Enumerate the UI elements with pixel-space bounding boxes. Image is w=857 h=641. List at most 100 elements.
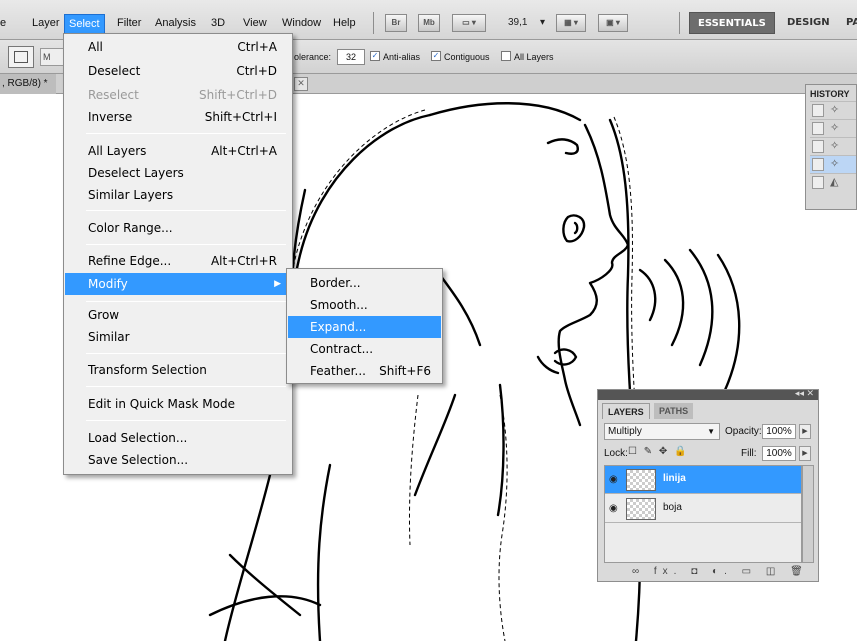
menu-help[interactable]: Help <box>333 17 356 29</box>
arrange-icon: ▦ ▾ <box>564 18 578 27</box>
menu-item-label: Border... <box>310 276 361 290</box>
zoom-level[interactable]: 39,1 <box>508 17 527 28</box>
menu-item-reselect[interactable]: Reselect Shift+Ctrl+D <box>65 84 291 106</box>
close-document-icon[interactable]: ✕ <box>294 77 308 91</box>
menu-image[interactable]: e <box>0 17 6 29</box>
layer-row-linija[interactable]: ◉ linija <box>605 466 801 494</box>
menu-select[interactable]: Select <box>64 14 105 34</box>
tab-layers[interactable]: LAYERS <box>602 403 650 419</box>
tool-preset-picker[interactable] <box>8 46 34 68</box>
blend-mode-value: Multiply <box>608 426 642 437</box>
menu-item-refine-edge[interactable]: Refine Edge... Alt+Ctrl+R <box>65 250 291 272</box>
workspace-painting-button[interactable]: PA <box>838 12 857 34</box>
contiguous-label: Contiguous <box>444 52 490 62</box>
menu-separator <box>86 133 286 134</box>
menu-item-label: Save Selection... <box>88 453 189 467</box>
tolerance-label: olerance: <box>294 52 332 62</box>
menu-layer[interactable]: Layer <box>32 17 60 29</box>
magic-wand-icon: ✧ <box>830 139 840 152</box>
tolerance-input[interactable]: 32 <box>337 49 365 65</box>
menu-item-label: Load Selection... <box>88 431 188 445</box>
select-menu: All Ctrl+A Deselect Ctrl+D Reselect Shift+C… <box>63 33 293 475</box>
menu-item-grow[interactable]: Grow <box>65 304 291 326</box>
panel-title-strip[interactable]: ◂◂ ✕ <box>598 388 818 400</box>
tab-paths[interactable]: PATHS <box>654 403 694 419</box>
history-state[interactable]: ✧ <box>810 119 856 137</box>
document-tab[interactable]: , RGB/8) * <box>0 74 56 94</box>
history-state-current[interactable]: ✧ <box>810 155 856 173</box>
layers-panel: ◂◂ ✕ LAYERS PATHS Multiply ▼ Opacity: 10… <box>597 388 819 582</box>
menu-item-quick-mask[interactable]: Edit in Quick Mask Mode <box>65 393 291 415</box>
layers-bottom-toolbar[interactable]: ∞ fx. ◘ ◐. ▭ ◫ 🗑 <box>632 566 809 577</box>
menu-item-label: Edit in Quick Mask Mode <box>88 397 235 411</box>
menu-item-save-selection[interactable]: Save Selection... <box>65 449 291 471</box>
bridge-button[interactable]: Br <box>385 14 407 32</box>
mini-bridge-button[interactable]: Mb <box>418 14 440 32</box>
submenu-item-border[interactable]: Border... <box>288 272 441 294</box>
screen-mode-dropdown[interactable]: ▣ ▾ <box>598 14 628 32</box>
sound-wave-4 <box>716 253 741 392</box>
history-snapshot-box[interactable] <box>812 176 824 189</box>
hair-bottom-wave <box>208 595 322 617</box>
submenu-item-expand[interactable]: Expand... <box>288 316 441 338</box>
menu-3d[interactable]: 3D <box>211 17 225 29</box>
submenu-item-contract[interactable]: Contract... <box>288 338 441 360</box>
menu-item-shortcut: Ctrl+A <box>237 40 277 54</box>
visibility-eye-icon[interactable]: ◉ <box>609 503 618 514</box>
view-extras-dropdown[interactable]: ▭ ▾ <box>452 14 486 32</box>
menu-window[interactable]: Window <box>282 17 321 29</box>
history-snapshot-box[interactable] <box>812 140 824 153</box>
menu-item-transform-selection[interactable]: Transform Selection <box>65 359 291 381</box>
chin-line <box>536 355 560 375</box>
menu-item-label: Deselect Layers <box>88 166 184 180</box>
history-snapshot-box[interactable] <box>812 122 824 135</box>
opacity-input[interactable]: 100% <box>762 424 796 439</box>
menu-filter[interactable]: Filter <box>117 17 141 29</box>
menu-separator <box>86 210 286 211</box>
menu-item-inverse[interactable]: Inverse Shift+Ctrl+I <box>65 106 291 128</box>
fill-input[interactable]: 100% <box>762 446 796 461</box>
menu-item-all[interactable]: All Ctrl+A <box>65 36 291 58</box>
submenu-arrow-icon: ▶ <box>274 279 281 289</box>
submenu-item-feather[interactable]: Feather... Shift+F6 <box>288 360 441 382</box>
all-layers-checkbox[interactable] <box>501 51 511 61</box>
menu-item-similar-layers[interactable]: Similar Layers <box>65 184 291 206</box>
panel-collapse-icon[interactable]: ◂◂ ✕ <box>795 388 814 399</box>
zoom-dropdown-icon[interactable]: ▾ <box>540 17 545 28</box>
workspace-design-button[interactable]: DESIGN <box>779 12 838 34</box>
lock-icons[interactable]: ☐ ✎ ✥ 🔒 <box>628 446 689 457</box>
menu-analysis[interactable]: Analysis <box>155 17 196 29</box>
history-state[interactable]: ✧ <box>810 137 856 155</box>
menu-item-all-layers[interactable]: All Layers Alt+Ctrl+A <box>65 140 291 162</box>
menu-item-shortcut: Ctrl+D <box>236 64 277 78</box>
antialias-checkbox[interactable]: ✓ <box>370 51 380 61</box>
submenu-item-smooth[interactable]: Smooth... <box>288 294 441 316</box>
selection-tool-icon <box>14 51 28 63</box>
blend-mode-select[interactable]: Multiply ▼ <box>604 423 720 440</box>
menu-item-similar[interactable]: Similar <box>65 326 291 348</box>
menu-view[interactable]: View <box>243 17 267 29</box>
opacity-slider-button[interactable]: ▶ <box>799 424 811 439</box>
selection-mode-button[interactable]: M <box>40 48 64 66</box>
history-state[interactable]: ◭ <box>810 173 856 191</box>
workspace-essentials-button[interactable]: ESSENTIALS <box>689 12 775 34</box>
menu-item-shortcut: Shift+Ctrl+D <box>199 88 277 102</box>
arrange-documents-dropdown[interactable]: ▦ ▾ <box>556 14 586 32</box>
layer-name: linija <box>663 473 686 484</box>
menu-item-color-range[interactable]: Color Range... <box>65 217 291 239</box>
history-snapshot-box[interactable] <box>812 158 824 171</box>
menu-item-load-selection[interactable]: Load Selection... <box>65 427 291 449</box>
history-snapshot-box[interactable] <box>812 104 824 117</box>
layers-scrollbar[interactable] <box>802 465 814 563</box>
layer-row-boja[interactable]: ◉ boja <box>605 495 801 523</box>
menu-item-deselect[interactable]: Deselect Ctrl+D <box>65 60 291 82</box>
contiguous-checkbox[interactable]: ✓ <box>431 51 441 61</box>
sound-wave-1 <box>638 268 657 322</box>
visibility-eye-icon[interactable]: ◉ <box>609 474 618 485</box>
history-state[interactable]: ✧ <box>810 101 856 119</box>
menu-item-label: Modify <box>88 277 128 291</box>
menu-item-deselect-layers[interactable]: Deselect Layers <box>65 162 291 184</box>
lock-label: Lock: <box>604 448 628 459</box>
fill-slider-button[interactable]: ▶ <box>799 446 811 461</box>
menu-item-modify[interactable]: Modify ▶ <box>65 273 291 295</box>
